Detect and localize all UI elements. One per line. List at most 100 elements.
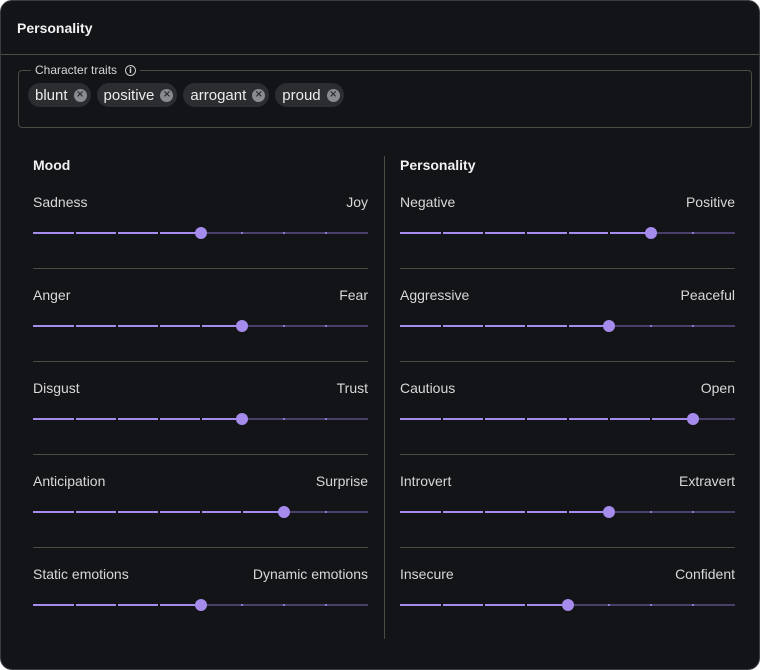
slider[interactable] [400,320,735,332]
slider-tick [608,418,611,420]
slider-tick [283,418,286,420]
personality-column: Negative Positive Aggressive Peaceful Cautio… [400,156,735,621]
slider-tick [157,325,160,327]
slider-tick [482,418,485,420]
slider-row: Sadness Joy [33,156,368,269]
remove-chip-icon[interactable]: × [73,88,87,102]
slider-thumb[interactable] [194,227,207,239]
info-icon[interactable]: i [125,64,137,76]
slider[interactable] [400,413,735,425]
slider-tick [692,511,695,513]
trait-chip[interactable]: arrogant × [183,83,270,107]
trait-chip[interactable]: positive × [96,83,178,107]
slider[interactable] [400,227,735,239]
slider-tick [73,604,76,606]
slider-left-label: Sadness [33,194,88,210]
slider-thumb[interactable] [278,506,291,518]
slider-tick [692,604,695,606]
slider-tick [115,511,118,513]
remove-chip-icon[interactable]: × [326,88,340,102]
trait-chip-label: proud [282,86,321,104]
character-traits-field[interactable]: Character traits i blunt × positive × arroga… [18,63,752,128]
slider-tick [524,604,527,606]
slider-left-label: Disgust [33,380,80,396]
slider-tick [650,511,653,513]
trait-chip[interactable]: proud × [275,83,344,107]
slider-left-label: Aggressive [400,287,470,303]
slider[interactable] [33,413,368,425]
slider-tick [115,418,118,420]
remove-chip-icon[interactable]: × [160,88,174,102]
slider-thumb[interactable] [603,320,616,332]
slider-tick [524,232,527,234]
slider-tick [241,511,244,513]
slider[interactable] [400,506,735,518]
slider-row: Static emotions Dynamic emotions [33,528,368,621]
slider-right-label: Surprise [315,473,368,489]
slider-row: Disgust Trust [33,342,368,455]
slider-thumb[interactable] [236,413,249,425]
slider-thumb[interactable] [561,599,574,611]
character-traits-label: Character traits [35,63,118,77]
slider-tick [73,232,76,234]
mood-column: Sadness Joy Anger Fear Disgust Trust Anticipat… [33,156,368,621]
slider-tick [115,604,118,606]
slider-labels: Introvert Extravert [400,473,735,489]
slider[interactable] [400,599,735,611]
slider-tick [692,232,695,234]
slider-row: Insecure Confident [400,528,735,621]
slider-fill [400,511,610,513]
slider[interactable] [33,320,368,332]
slider-tick [650,325,653,327]
slider-fill [400,325,610,327]
trait-chip[interactable]: blunt × [28,83,91,107]
slider-right-label: Trust [336,380,368,396]
slider-tick [650,604,653,606]
slider[interactable] [33,599,368,611]
slider-thumb[interactable] [687,413,700,425]
slider-left-label: Cautious [400,380,456,396]
slider-tick [524,418,527,420]
slider-right-label: Fear [339,287,368,303]
slider-tick [325,604,328,606]
slider-left-label: Insecure [400,566,454,582]
trait-chip-label: blunt [35,86,68,104]
slider-right-label: Peaceful [680,287,735,303]
personality-panel: Personality Character traits i blunt × pos… [0,0,760,670]
slider-tick [440,511,443,513]
slider-fill [33,418,243,420]
slider-tick [157,511,160,513]
slider-right-label: Joy [346,194,368,210]
slider-tick [566,418,569,420]
slider-tick [241,232,244,234]
slider-left-label: Anger [33,287,71,303]
slider-left-label: Static emotions [33,566,129,582]
slider-thumb[interactable] [603,506,616,518]
slider-tick [524,325,527,327]
slider-left-label: Introvert [400,473,452,489]
slider-tick [482,604,485,606]
slider-tick [157,604,160,606]
column-divider [384,156,385,639]
slider[interactable] [33,506,368,518]
slider-tick [482,325,485,327]
slider-tick [566,325,569,327]
slider-right-label: Confident [675,566,735,582]
slider-row: Anticipation Surprise [33,435,368,548]
slider-tick [283,604,286,606]
slider-row: Negative Positive [400,156,735,269]
slider-labels: Negative Positive [400,194,735,210]
slider-thumb[interactable] [194,599,207,611]
slider-tick [325,325,328,327]
slider-right-label: Extravert [678,473,735,489]
slider-labels: Aggressive Peaceful [400,287,735,303]
slider[interactable] [33,227,368,239]
slider-tick [199,511,202,513]
slider-tick [115,325,118,327]
slider-thumb[interactable] [236,320,249,332]
slider-thumb[interactable] [645,227,658,239]
slider-tick [440,232,443,234]
slider-tick [440,604,443,606]
slider-tick [157,418,160,420]
remove-chip-icon[interactable]: × [252,88,266,102]
